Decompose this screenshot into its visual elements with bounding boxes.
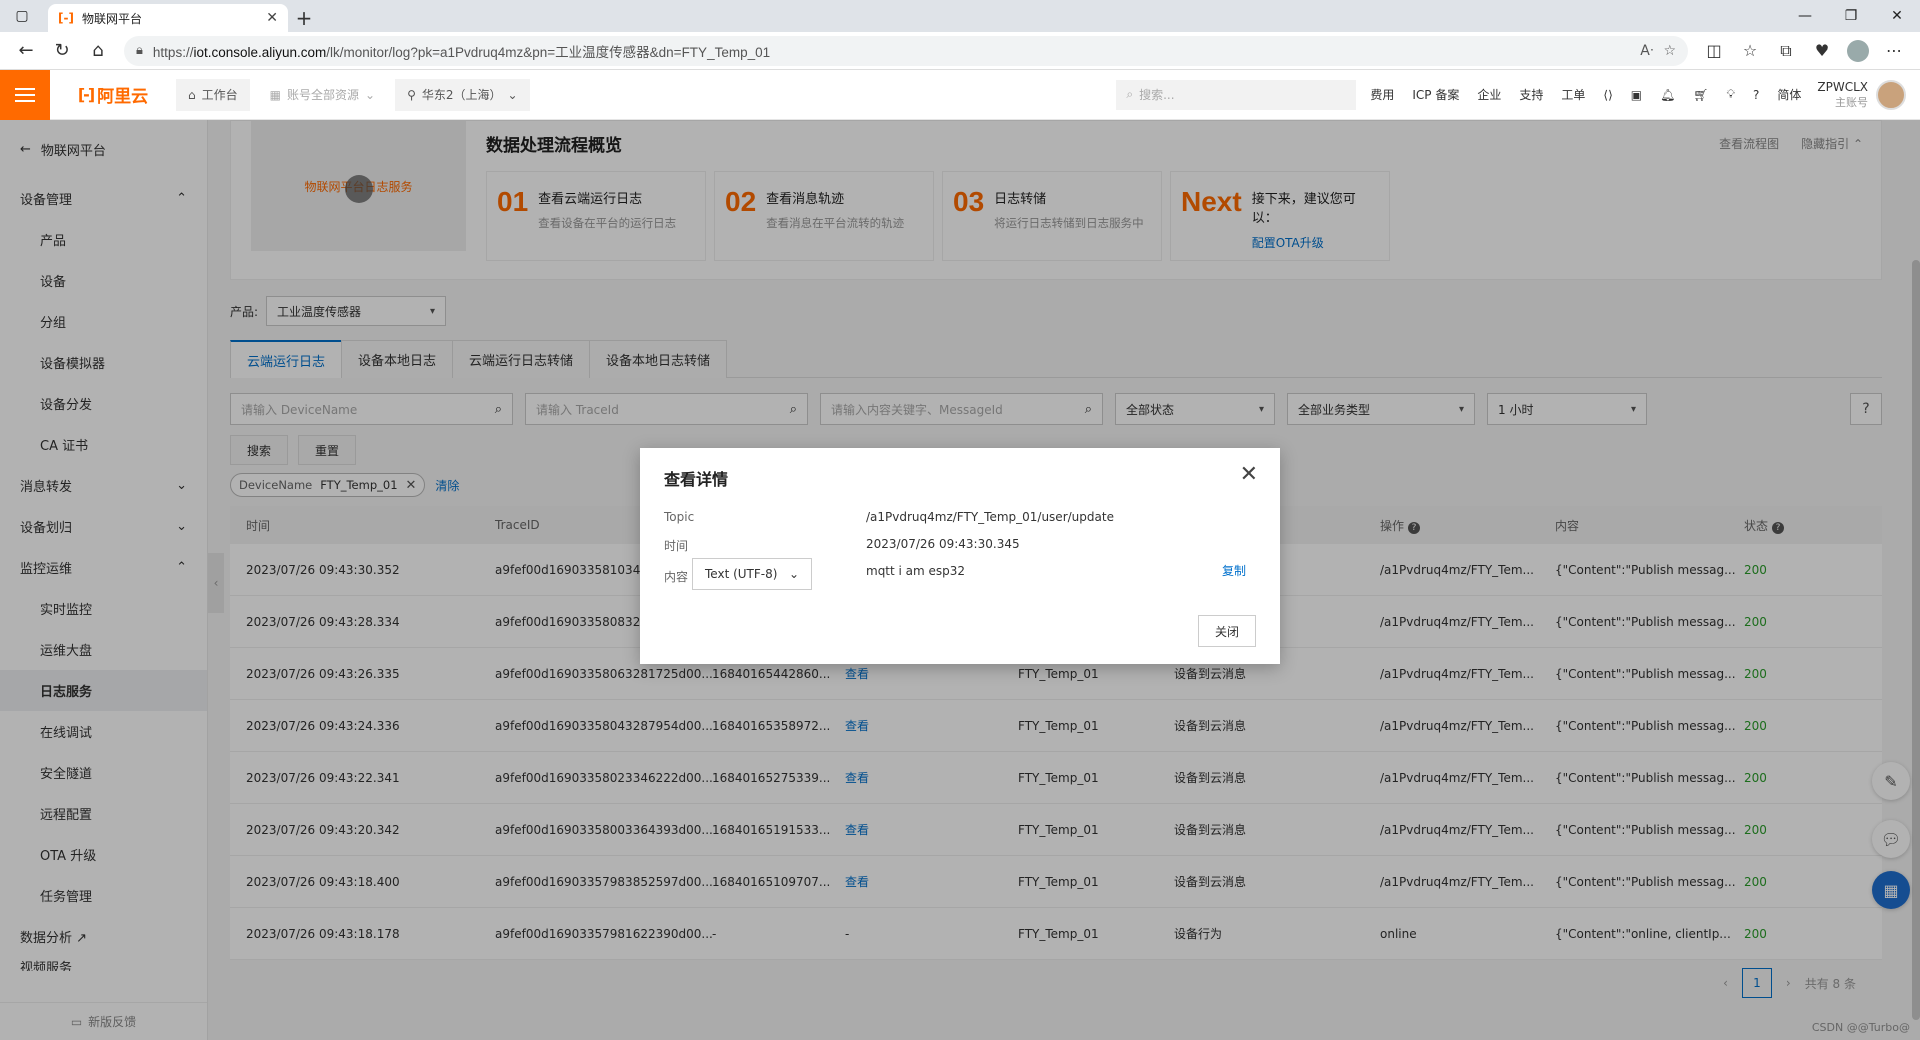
code-icon[interactable]: ⟨⟩ (1603, 88, 1612, 102)
chevron-down-icon: ⌄ (788, 567, 799, 581)
refresh-icon[interactable]: ↻ (44, 36, 80, 66)
search-icon: ⌕ (1126, 87, 1134, 101)
topic-label: Topic (664, 510, 695, 524)
favorites-icon[interactable]: ☆ (1732, 36, 1768, 66)
tab-close-icon[interactable]: ✕ (266, 10, 278, 26)
url-text: https://iot.console.aliyun.com/lk/monito… (152, 44, 771, 60)
cart-icon[interactable]: 🛒︎ (1693, 88, 1708, 102)
menu-icon[interactable] (0, 69, 50, 120)
content-label: 内容 (664, 570, 689, 584)
aliyun-favicon-icon: [-] (58, 11, 74, 25)
lock-icon[interactable]: 🔒︎ (136, 43, 143, 58)
user-role: 主账号 (1835, 95, 1868, 109)
console-search-input[interactable]: ⌕ 搜索... (1116, 79, 1357, 110)
address-bar: ← ↻ ⌂ 🔒︎ https://iot.console.aliyun.com/… (0, 32, 1920, 70)
collections-icon[interactable]: ⧉ (1768, 36, 1804, 66)
region-dropdown[interactable]: ⚲ 华东2（上海） ⌄ (395, 78, 530, 111)
close-button[interactable]: 关闭 (1197, 615, 1256, 647)
restore-icon[interactable]: ❐ (1828, 0, 1874, 32)
read-aloud-icon[interactable]: Aᐧ (1640, 43, 1653, 59)
browser-tabbar: ▢ [-] 物联网平台 ✕ + — ❐ ✕ (0, 0, 1920, 32)
aliyun-logo[interactable]: [-] 阿里云 (50, 82, 176, 107)
detail-modal: 查看详情 ✕ Topic /a1Pvdruq4mz/FTY_Temp_01/us… (640, 448, 1280, 664)
help-icon[interactable]: ? (1753, 88, 1759, 102)
tab-actions-icon[interactable]: ▢ (0, 0, 44, 32)
close-icon[interactable]: ✕ (1240, 462, 1258, 487)
workbench-button[interactable]: ⌂ 工作台 (176, 78, 250, 111)
content-value: mqtt i am esp32 (866, 564, 966, 578)
grid-icon: ▦ (269, 87, 281, 102)
window-controls: — ❐ ✕ (1782, 0, 1920, 32)
tab-title: 物联网平台 (82, 11, 143, 26)
top-link-enterprise[interactable]: 企业 (1477, 86, 1501, 103)
top-link-ticket[interactable]: 工单 (1561, 86, 1585, 103)
modal-title: 查看详情 (664, 470, 729, 489)
time-value: 2023/07/26 09:43:30.345 (866, 537, 1020, 551)
close-window-icon[interactable]: ✕ (1874, 0, 1920, 32)
top-links: 费用 ICP 备案 企业 支持 工单 ⟨⟩ ▣ 🔔︎ 🛒︎ 💡︎ ? 简体 (1370, 86, 1801, 103)
copy-button[interactable]: 复制 (1222, 562, 1246, 579)
top-link-icp[interactable]: ICP 备案 (1412, 86, 1459, 103)
more-menu-icon[interactable]: ⋯ (1876, 36, 1912, 66)
extensions-icon[interactable]: ♥ (1804, 36, 1840, 66)
top-link-fee[interactable]: 费用 (1370, 86, 1394, 103)
topic-value: /a1Pvdruq4mz/FTY_Temp_01/user/update (866, 510, 1114, 524)
language-switch[interactable]: 简体 (1777, 86, 1801, 103)
user-info[interactable]: ZPWCLX 主账号 (1817, 80, 1868, 110)
chevron-down-icon: ⌄ (365, 87, 376, 102)
profile-icon[interactable] (1840, 36, 1876, 66)
watermark: CSDN @@Turbo@ (1811, 1021, 1910, 1034)
new-tab-button[interactable]: + (288, 4, 320, 32)
bulb-icon[interactable]: 💡︎ (1727, 87, 1735, 102)
console-topbar: [-] 阿里云 ⌂ 工作台 ▦ 账号全部资源 ⌄ ⚲ 华东2（上海） ⌄ ⌕ 搜索... 费用… (0, 69, 1920, 120)
minimize-icon[interactable]: — (1782, 0, 1828, 32)
home-icon[interactable]: ⌂ (80, 36, 116, 66)
terminal-icon[interactable]: ▣ (1631, 88, 1642, 102)
favorite-star-icon[interactable]: ☆ (1663, 43, 1676, 59)
top-link-support[interactable]: 支持 (1519, 86, 1543, 103)
home-icon: ⌂ (188, 87, 196, 102)
bell-icon[interactable]: 🔔︎ (1660, 88, 1675, 102)
time-label: 时间 (664, 539, 689, 553)
back-icon[interactable]: ← (8, 36, 44, 66)
encoding-select[interactable]: Text (UTF-8) ⌄ (692, 558, 812, 590)
location-icon: ⚲ (407, 87, 416, 102)
chevron-down-icon: ⌄ (507, 87, 518, 102)
account-resources-dropdown[interactable]: ▦ 账号全部资源 ⌄ (258, 79, 387, 111)
user-name: ZPWCLX (1817, 79, 1868, 94)
browser-tab[interactable]: [-] 物联网平台 ✕ (48, 4, 288, 32)
avatar[interactable] (1876, 79, 1906, 110)
url-field[interactable]: 🔒︎ https://iot.console.aliyun.com/lk/mon… (124, 35, 1688, 66)
split-screen-icon[interactable]: ◫ (1696, 36, 1732, 66)
